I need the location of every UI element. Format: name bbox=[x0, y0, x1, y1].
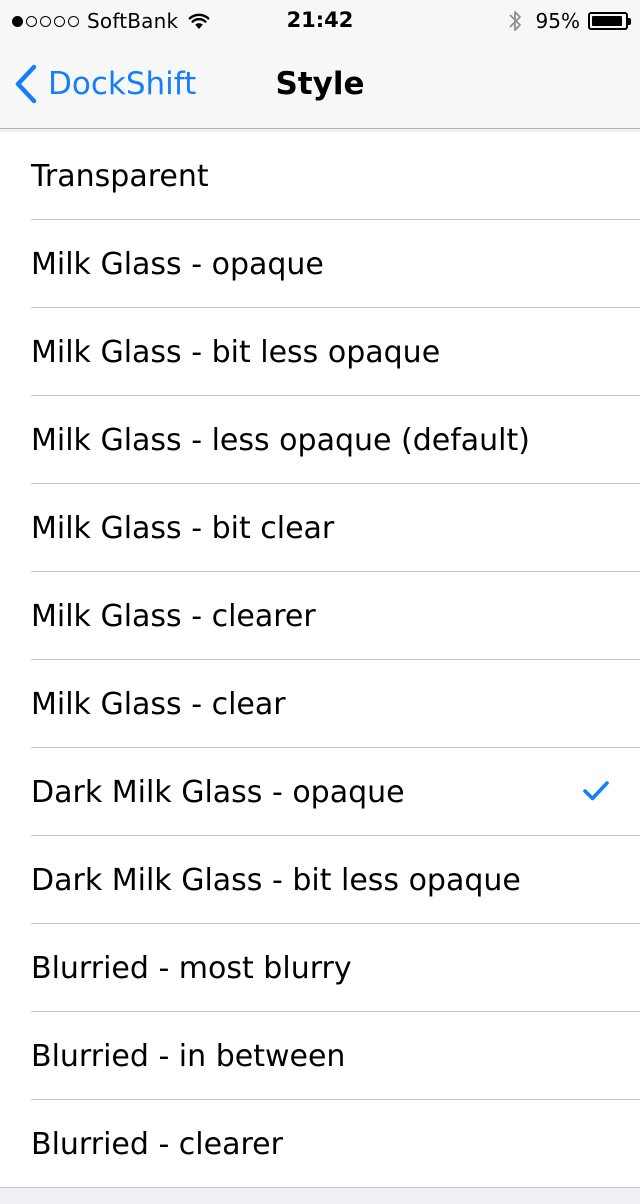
page-title: Style bbox=[275, 66, 365, 102]
style-option-label: Dark Milk Glass - opaque bbox=[31, 775, 405, 810]
navigation-bar: DockShift Style bbox=[0, 40, 640, 129]
style-option-row[interactable]: Transparent bbox=[0, 132, 640, 220]
status-right: 95% bbox=[508, 8, 631, 34]
battery-icon bbox=[588, 12, 631, 30]
bluetooth-icon bbox=[508, 11, 521, 31]
style-option-row[interactable]: Milk Glass - clear bbox=[0, 660, 640, 748]
style-option-row[interactable]: Milk Glass - bit less opaque bbox=[0, 308, 640, 396]
style-option-row[interactable]: Blurried - most blurry bbox=[0, 924, 640, 1012]
style-option-row[interactable]: Milk Glass - bit clear bbox=[0, 484, 640, 572]
style-option-label: Milk Glass - clear bbox=[31, 687, 286, 722]
battery-fill bbox=[592, 16, 623, 26]
battery-percent: 95% bbox=[535, 9, 580, 33]
style-option-label: Blurried - clearer bbox=[31, 1127, 283, 1162]
style-option-label: Milk Glass - bit less opaque bbox=[31, 335, 441, 370]
style-option-label: Milk Glass - opaque bbox=[31, 247, 324, 282]
style-option-row[interactable]: Dark Milk Glass - bit less opaque bbox=[0, 836, 640, 924]
style-option-label: Transparent bbox=[31, 159, 209, 194]
checkmark-icon bbox=[583, 781, 609, 801]
style-option-label: Dark Milk Glass - bit less opaque bbox=[31, 863, 521, 898]
row-separator bbox=[0, 1187, 640, 1188]
style-option-row[interactable]: Milk Glass - less opaque (default) bbox=[0, 396, 640, 484]
style-option-label: Milk Glass - less opaque (default) bbox=[31, 423, 530, 458]
style-option-label: Blurried - in between bbox=[31, 1039, 346, 1074]
style-option-row[interactable]: Dark Milk Glass - opaque bbox=[0, 748, 640, 836]
status-bar: SoftBank 21:42 95% bbox=[0, 0, 640, 40]
style-option-row[interactable]: Blurried - in between bbox=[0, 1012, 640, 1100]
style-option-label: Milk Glass - clearer bbox=[31, 599, 316, 634]
style-option-label: Blurried - most blurry bbox=[31, 951, 352, 986]
style-option-row[interactable]: Milk Glass - clearer bbox=[0, 572, 640, 660]
style-option-label: Milk Glass - bit clear bbox=[31, 511, 335, 546]
style-option-row[interactable]: Milk Glass - opaque bbox=[0, 220, 640, 308]
style-option-row[interactable]: Blurried - clearer bbox=[0, 1100, 640, 1188]
style-options-list: Transparent Milk Glass - opaque Milk Glass… bbox=[0, 132, 640, 1188]
